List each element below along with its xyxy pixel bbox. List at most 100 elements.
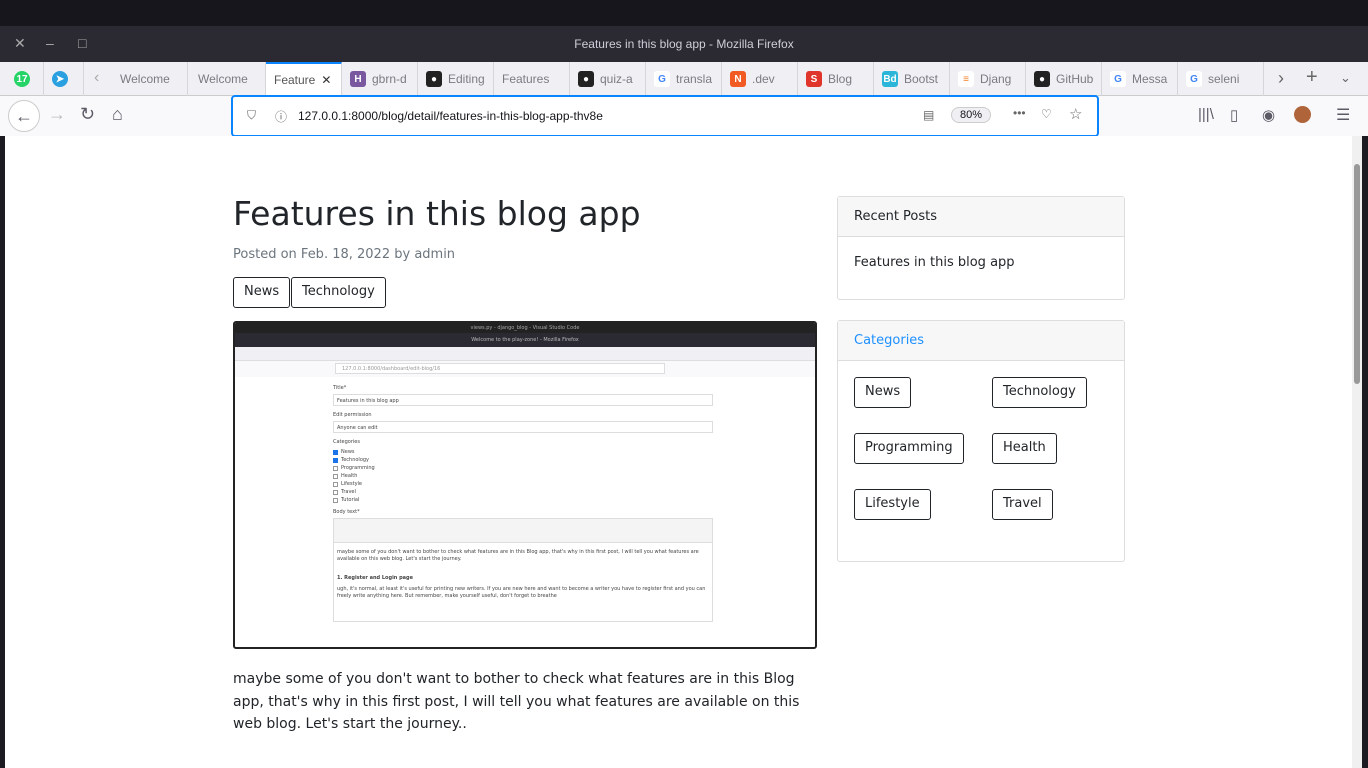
google-icon: G [1186, 71, 1202, 87]
post-image: views.py - django_blog - Visual Studio C… [233, 321, 817, 649]
github-icon: ● [426, 71, 442, 87]
tab-4[interactable]: ● Editing [418, 62, 494, 96]
categories-header[interactable]: Categories [838, 321, 1124, 361]
tab-9[interactable]: S Blog [798, 62, 874, 96]
tab-label: Welcome [120, 72, 170, 86]
category-health-button[interactable]: Health [992, 433, 1057, 464]
recent-posts-card: Recent Posts Features in this blog app [837, 196, 1125, 300]
tab-1[interactable]: Welcome [190, 62, 266, 96]
shot-perm-label: Edit permission [333, 412, 372, 418]
tab-11[interactable]: ≡ Djang [950, 62, 1026, 96]
new-tab-icon[interactable]: + [1306, 66, 1318, 89]
post-date[interactable]: Feb. 18, 2022 [301, 247, 390, 262]
shot-cat-label: Categories [333, 439, 360, 445]
shield-icon[interactable]: ⛉ [247, 108, 256, 123]
heroku-icon: H [350, 71, 366, 87]
scroll-tabs-left-icon[interactable]: ‹ [94, 69, 99, 87]
s-icon: S [806, 71, 822, 87]
page-actions-icon[interactable]: ••• [1013, 106, 1026, 120]
url-bar[interactable]: ⛉ ⓘ 127.0.0.1:8000/blog/detail/features-… [231, 95, 1099, 137]
reload-icon[interactable]: ↻ [80, 104, 95, 125]
scroll-tabs-right-icon[interactable]: › [1278, 68, 1284, 89]
tab-strip: 17 ➤ ‹ Welcome Welcome Feature ✕ Hgbrn-d ● Edi… [0, 62, 1368, 96]
pinned-tab-telegram[interactable]: ➤ [44, 62, 84, 96]
tab-8[interactable]: N .dev [722, 62, 798, 96]
shot-category-checkbox: Travel [333, 488, 713, 496]
shot-title-field: Features in this blog app [333, 394, 713, 406]
recent-posts-header: Recent Posts [838, 197, 1124, 237]
recent-post-link[interactable]: Features in this blog app [838, 237, 1124, 288]
whatsapp-icon: 17 [14, 71, 30, 87]
tab-13[interactable]: G Messa [1102, 62, 1178, 96]
shot-category-checkbox: Tutorial [333, 496, 713, 504]
category-programming-button[interactable]: Programming [854, 433, 964, 464]
close-tab-icon[interactable]: ✕ [321, 73, 331, 87]
page-scrollbar[interactable] [1352, 136, 1362, 768]
tab-12[interactable]: ● GitHub [1026, 62, 1102, 96]
forward-icon[interactable]: → [48, 104, 66, 125]
sidebar-icon[interactable]: ▯ [1230, 106, 1238, 124]
bookmark-star-icon[interactable]: ☆ [1069, 105, 1082, 123]
shot-body-p2: ugh, it's normal, at least it's useful f… [337, 586, 706, 599]
telegram-icon: ➤ [52, 71, 68, 87]
tab-label: Editing [448, 72, 485, 86]
category-news-button[interactable]: News [854, 377, 912, 408]
shot-titlebar: Welcome to the play-zone! - Mozilla Fire… [235, 333, 815, 347]
tab-label: Messa [1132, 72, 1168, 86]
shot-editor: maybe some of you don't want to bother t… [333, 518, 713, 622]
post-meta: Posted on Feb. 18, 2022 by admin [233, 247, 455, 262]
categories-card: Categories News Technology Programming Heal… [837, 320, 1125, 562]
menu-icon[interactable]: ☰ [1336, 105, 1350, 125]
pocket-icon[interactable]: ♡ [1041, 107, 1052, 121]
tab-7[interactable]: Gtransla [646, 62, 722, 96]
post-title: Features in this blog app [233, 194, 641, 233]
back-icon[interactable]: ← [8, 100, 40, 132]
shot-body-label: Body text* [333, 509, 360, 515]
tab-3[interactable]: Hgbrn-d [342, 62, 418, 96]
url-input[interactable]: 127.0.0.1:8000/blog/detail/features-in-t… [298, 109, 603, 123]
zoom-badge[interactable]: 80% [951, 107, 992, 123]
stackoverflow-icon: ≡ [958, 71, 974, 87]
tab-label: seleni [1208, 72, 1240, 86]
pinned-tab-whatsapp[interactable]: 17 [6, 62, 44, 96]
post-author[interactable]: admin [414, 247, 455, 262]
tab-5[interactable]: Features [494, 62, 570, 96]
shot-category-checkbox: Lifestyle [333, 480, 713, 488]
desktop-strip [0, 0, 1368, 26]
shot-body-p1: maybe some of you don't want to bother t… [337, 549, 699, 562]
scrollbar-thumb[interactable] [1354, 164, 1360, 384]
tab-14[interactable]: Gseleni [1178, 62, 1264, 96]
account-icon[interactable]: ◉ [1262, 106, 1275, 124]
category-lifestyle-button[interactable]: Lifestyle [854, 489, 931, 520]
library-icon[interactable]: |||\ [1198, 106, 1214, 123]
category-technology-button[interactable]: Technology [992, 377, 1087, 408]
shot-vscode-bar: views.py - django_blog - Visual Studio C… [235, 323, 815, 333]
category-travel-button[interactable]: Travel [992, 489, 1053, 520]
tab-6[interactable]: ● quiz-a [570, 62, 646, 96]
shot-body-heading: 1. Register and Login page [337, 575, 414, 581]
window-title: Features in this blog app - Mozilla Fire… [574, 37, 794, 51]
shot-category-checkbox: Health [333, 472, 713, 480]
tab-10[interactable]: Bd Bootst [874, 62, 950, 96]
tab-label: Bootst [904, 72, 939, 86]
shot-title-label: Title* [333, 385, 347, 391]
shot-form: Title* Features in this blog app Edit pe… [235, 377, 713, 622]
shot-category-checkbox: Technology [333, 456, 713, 464]
list-tabs-icon[interactable]: ⌄ [1340, 70, 1351, 86]
reader-view-icon[interactable]: ▤ [923, 108, 934, 122]
google-icon: G [1110, 71, 1126, 87]
posted-label: Posted on [233, 247, 301, 262]
shot-url: 127.0.0.1:8000/dashboard/edit-blog/16 [335, 363, 665, 374]
tab-label: Blog [828, 72, 853, 86]
github-icon: ● [1034, 71, 1050, 87]
tab-label: quiz-a [600, 72, 633, 86]
github-icon: ● [578, 71, 594, 87]
shot-category-checkbox: Programming [333, 464, 713, 472]
tag-news-button[interactable]: News [233, 277, 291, 308]
home-icon[interactable]: ⌂ [112, 104, 123, 125]
tab-0[interactable]: Welcome [112, 62, 188, 96]
tab-2[interactable]: Feature ✕ [266, 62, 342, 96]
tag-technology-button[interactable]: Technology [291, 277, 386, 308]
cookie-extension-icon[interactable] [1294, 106, 1311, 123]
info-icon[interactable]: ⓘ [275, 108, 287, 125]
